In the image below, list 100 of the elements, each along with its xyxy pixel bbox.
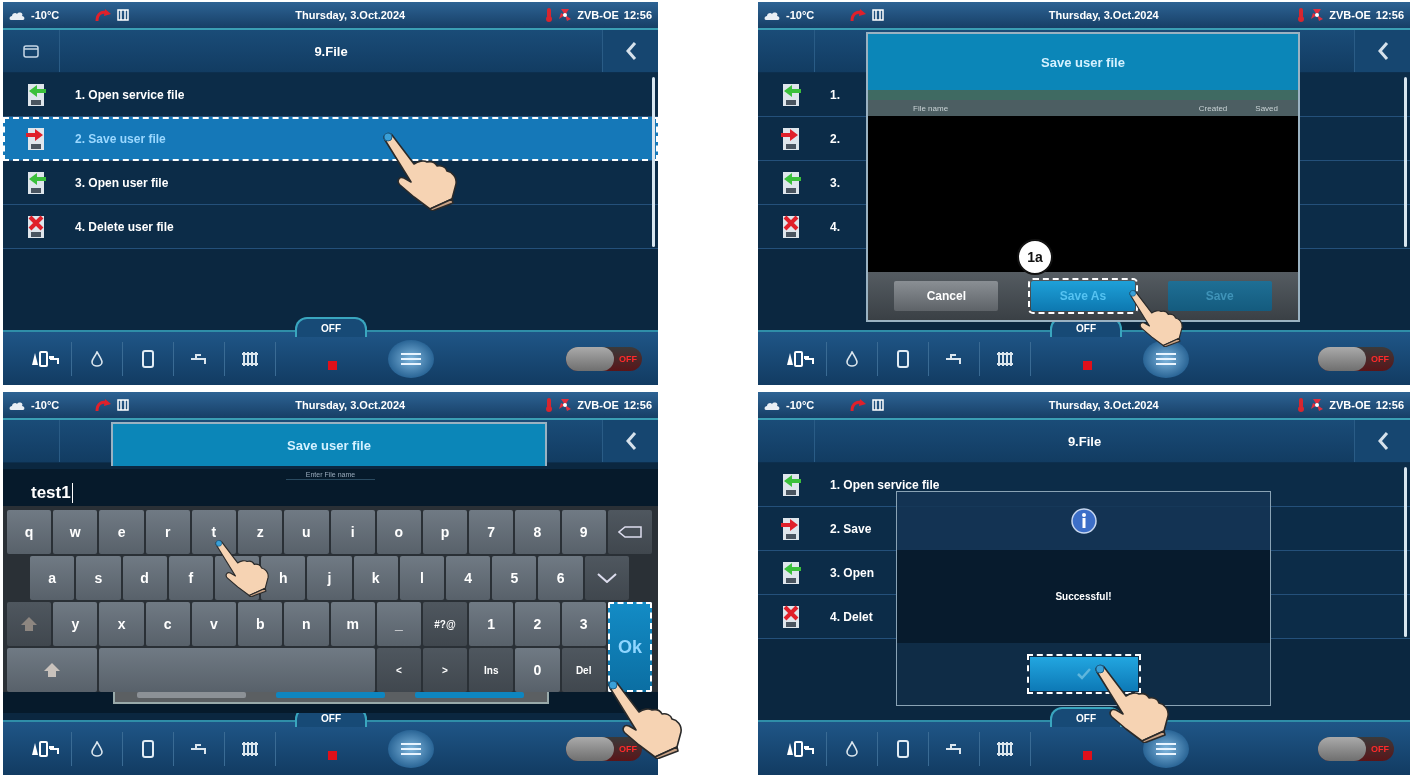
keyboard-key[interactable] [7,602,52,646]
keyboard-key[interactable]: Del [561,648,606,692]
keyboard-key[interactable]: 2 [515,602,560,646]
keyboard-key[interactable]: h [261,556,306,600]
cloud-icon [9,10,25,20]
menu-icon [1155,351,1177,366]
clock-time: 12:56 [623,9,652,21]
tap-icon[interactable] [190,352,208,365]
chevron-left-icon [624,41,637,61]
keyboard-key[interactable]: 1 [469,602,514,646]
outdoor-temperature: -10°C [786,9,815,21]
system-icon[interactable] [786,740,816,757]
dialog-title: Save user file [1041,54,1125,70]
boiler-icon[interactable] [142,349,154,368]
clock-time: 12:56 [1375,399,1404,411]
keyboard-key[interactable]: > [422,648,468,692]
keyboard-key[interactable]: _ [376,602,421,646]
keyboard-key[interactable]: r [145,510,190,554]
chevron-left-icon [1376,431,1389,451]
keyboard-key[interactable]: 3 [561,602,606,646]
menu-button[interactable] [388,339,434,378]
back-button[interactable] [1354,30,1410,72]
keyboard-key[interactable]: f [168,556,213,600]
file-name-field[interactable]: test1 [3,480,658,506]
boiler-icon[interactable] [142,739,154,758]
toggle-switch[interactable]: OFF [1318,346,1394,371]
keyboard-key[interactable]: q [7,510,52,554]
keyboard-key[interactable]: p [422,510,468,554]
tap-icon[interactable] [945,352,963,365]
document-cross-icon [780,603,802,630]
menu-button[interactable] [1143,339,1189,378]
radiator-icon[interactable] [241,740,259,757]
back-button[interactable] [602,30,658,72]
toggle-switch[interactable]: OFF [1318,736,1394,761]
keyboard-key[interactable]: 6 [538,556,583,600]
tap-icon[interactable] [945,742,963,755]
menu-item[interactable]: 3. Open user file [3,161,658,205]
radiator-icon[interactable] [996,350,1014,367]
fan-icon [558,8,573,22]
keyboard-key[interactable]: c [145,602,190,646]
keyboard-key[interactable]: k [353,556,398,600]
date-label: Thursday, 3.Oct.2024 [1047,9,1160,21]
fan-icon [558,398,573,412]
keyboard-key[interactable]: i [330,510,375,554]
keyboard-key[interactable]: 7 [469,510,514,554]
boiler-icon[interactable] [897,349,909,368]
menu-button[interactable] [388,729,434,768]
keyboard-key[interactable]: #?@ [422,602,468,646]
keyboard-key[interactable]: < [376,648,421,692]
keyboard-key[interactable]: v [191,602,237,646]
keyboard-key[interactable]: u [284,510,329,554]
keyboard-key[interactable]: w [53,510,98,554]
back-button[interactable] [602,420,658,462]
system-icon[interactable] [31,350,61,367]
radiator-icon[interactable] [996,740,1014,757]
keyboard-key[interactable]: a [30,556,75,600]
radiator-icon [872,9,885,21]
keyboard-key[interactable]: z [238,510,283,554]
keyboard-key[interactable]: Ok [607,602,652,692]
keyboard-key[interactable]: d [122,556,167,600]
menu-item[interactable]: 4. Delete user file [3,205,658,249]
keyboard-key[interactable]: Ins [469,648,514,692]
back-button[interactable] [1354,420,1410,462]
keyboard-key[interactable]: e [99,510,144,554]
keyboard-key[interactable]: x [99,602,144,646]
system-icon[interactable] [786,350,816,367]
hand-pointer-icon [1127,289,1185,347]
chevron-down-icon [596,573,617,583]
radiator-icon[interactable] [241,350,259,367]
keyboard-key[interactable]: n [284,602,329,646]
toggle-switch[interactable]: OFF [566,346,642,371]
keyboard-key[interactable]: y [53,602,98,646]
keyboard-key[interactable]: 5 [492,556,537,600]
ok-button[interactable] [1029,657,1138,691]
menu-item[interactable]: 1. Open service file [3,73,658,117]
keyboard-key[interactable]: o [376,510,421,554]
dialog-button[interactable]: Cancel [894,281,999,311]
menu-icon [400,351,422,366]
keyboard-key[interactable]: 8 [515,510,560,554]
keyboard-key[interactable]: b [238,602,283,646]
keyboard-key[interactable] [7,648,98,692]
keyboard-key[interactable]: 0 [515,648,560,692]
keyboard-key[interactable]: j [307,556,352,600]
boiler-icon[interactable] [897,739,909,758]
keyboard-key[interactable]: l [399,556,445,600]
keyboard-key[interactable]: 9 [561,510,606,554]
menu-item[interactable]: 2. Save user file [3,117,658,161]
backspace-icon [617,526,642,538]
system-icon[interactable] [31,740,61,757]
tap-icon[interactable] [190,742,208,755]
keyboard-key[interactable]: m [330,602,375,646]
keyboard-key[interactable] [584,556,629,600]
document-cross-icon [25,213,47,240]
thermometer-icon [545,8,554,22]
keyboard-key[interactable] [607,510,652,554]
menu-icon [1155,741,1177,756]
keyboard-key[interactable]: s [76,556,121,600]
keyboard-key[interactable]: 4 [446,556,491,600]
mode-tab[interactable]: OFF [295,317,367,337]
toggle-switch[interactable]: OFF [566,736,642,761]
